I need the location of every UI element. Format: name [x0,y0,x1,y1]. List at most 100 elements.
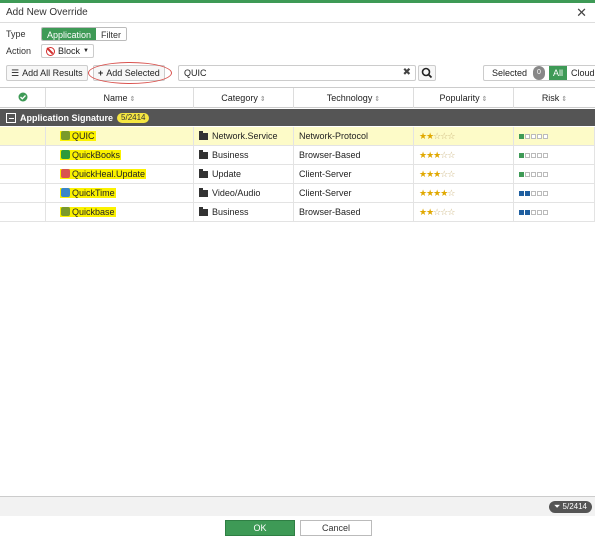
collapse-icon[interactable] [6,112,16,123]
app-name[interactable]: QUIC [60,131,96,141]
group-header-application-signature[interactable]: Application Signature 5/2414 [0,109,595,126]
risk-block [537,153,542,159]
risk-block [537,191,542,197]
star-icon: ☆ [447,169,455,179]
check-circle-icon [18,92,27,102]
dialog-footer: OK Cancel [0,517,595,539]
popularity-cell: ★★★☆☆ [414,165,514,184]
close-icon[interactable]: ✕ [576,5,587,21]
app-name[interactable]: QuickTime [60,188,116,198]
ok-button[interactable]: OK [225,520,295,536]
column-header-popularity[interactable]: Popularity ⇕ [414,88,514,108]
action-dropdown[interactable]: Block ▼ [41,44,94,58]
app-icon [61,188,70,197]
app-name-label: QUIC [72,131,95,141]
name-cell: Quickbase [46,203,194,222]
folder-icon [199,188,208,197]
sort-icon: ⇕ [129,96,136,103]
star-icon: ☆ [447,150,455,160]
name-cell: QuickTime [46,184,194,203]
app-name[interactable]: QuickBooks [60,150,122,160]
table-row[interactable]: QuickBooks Business Browser-Based ★★★☆☆ [0,146,595,165]
app-icon [61,131,70,140]
risk-cell [514,165,595,184]
table-row[interactable]: QUIC Network.Service Network-Protocol ★★☆☆☆ [0,127,595,146]
column-header-category[interactable]: Category ⇕ [194,88,294,108]
risk-block [543,134,548,140]
select-all-column[interactable] [0,88,46,108]
risk-block [519,210,524,216]
caret-down-icon: ▼ [83,48,89,54]
risk-block [519,153,524,159]
select-cell[interactable] [0,203,46,222]
risk-block [519,172,524,178]
column-label-popularity: Popularity [439,93,480,103]
risk-block [525,134,530,140]
search-button[interactable] [418,65,436,81]
category-label: Business [212,150,249,160]
popularity-cell: ★★★☆☆ [414,146,514,165]
risk-cell [514,146,595,165]
type-filter-option[interactable]: Filter [96,28,127,40]
risk-block [531,153,536,159]
popularity-stars: ★★☆☆☆ [419,207,455,217]
risk-cell [514,203,595,222]
technology-cell: Network-Protocol [294,127,414,146]
sort-icon: ⇕ [561,96,568,103]
add-all-results-button[interactable]: ☰ Add All Results [6,65,88,81]
select-cell[interactable] [0,146,46,165]
action-value: Block [58,46,81,56]
dialog-titlebar: Add New Override ✕ [0,3,595,23]
technology-cell: Client-Server [294,165,414,184]
risk-block [543,172,548,178]
filter-all-option[interactable]: All [548,66,567,80]
category-cell: Network.Service [194,127,294,146]
app-name[interactable]: Quickbase [60,207,116,217]
table-row[interactable]: Quickbase Business Browser-Based ★★☆☆☆ [0,203,595,222]
select-cell[interactable] [0,165,46,184]
sort-icon: ⇕ [259,96,266,103]
select-cell[interactable] [0,127,46,146]
filter-cloud-option[interactable]: Cloud [567,66,595,80]
risk-block [537,134,542,140]
category-label: Network.Service [212,131,278,141]
app-name[interactable]: QuickHeal.Update [60,169,147,179]
folder-icon [199,150,208,159]
risk-block [537,210,542,216]
status-bar: ⏷ 5/2414 [0,496,595,516]
view-filter-group[interactable]: Selected 0 All Cloud [483,65,595,81]
search-icon [421,67,433,79]
clear-icon[interactable]: ✖ [403,67,411,78]
folder-icon [199,169,208,178]
table-row[interactable]: QuickHeal.Update Update Client-Server ★★★☆☆ [0,165,595,184]
filter-selected-label: Selected [492,68,528,78]
risk-block [531,191,536,197]
add-selected-button[interactable]: + Add Selected [93,65,165,81]
risk-meter [519,134,548,140]
category-cell: Business [194,146,294,165]
sort-icon: ⇕ [481,96,488,103]
search-input[interactable]: QUIC ✖ [178,65,416,81]
cancel-button[interactable]: Cancel [300,520,372,536]
risk-block [531,134,536,140]
group-label: Application Signature [20,112,114,123]
column-header-risk[interactable]: Risk ⇕ [514,88,595,108]
popularity-stars: ★★☆☆☆ [419,131,455,141]
star-icon: ☆ [447,188,455,198]
risk-block [531,210,536,216]
column-header-technology[interactable]: Technology ⇕ [294,88,414,108]
popularity-stars: ★★★☆☆ [419,169,455,179]
category-cell: Video/Audio [194,184,294,203]
select-cell[interactable] [0,184,46,203]
column-header-name[interactable]: Name ⇕ [46,88,194,108]
risk-meter [519,210,548,216]
risk-cell [514,127,595,146]
popularity-stars: ★★★☆☆ [419,150,455,160]
category-cell: Business [194,203,294,222]
risk-block [519,134,524,140]
column-label-name: Name [103,93,128,103]
table-row[interactable]: QuickTime Video/Audio Client-Server ★★★★☆ [0,184,595,203]
type-application-option[interactable]: Application [42,28,97,40]
filter-selected-option[interactable]: Selected 0 [484,66,549,80]
type-toggle[interactable]: Application Filter [41,27,128,41]
